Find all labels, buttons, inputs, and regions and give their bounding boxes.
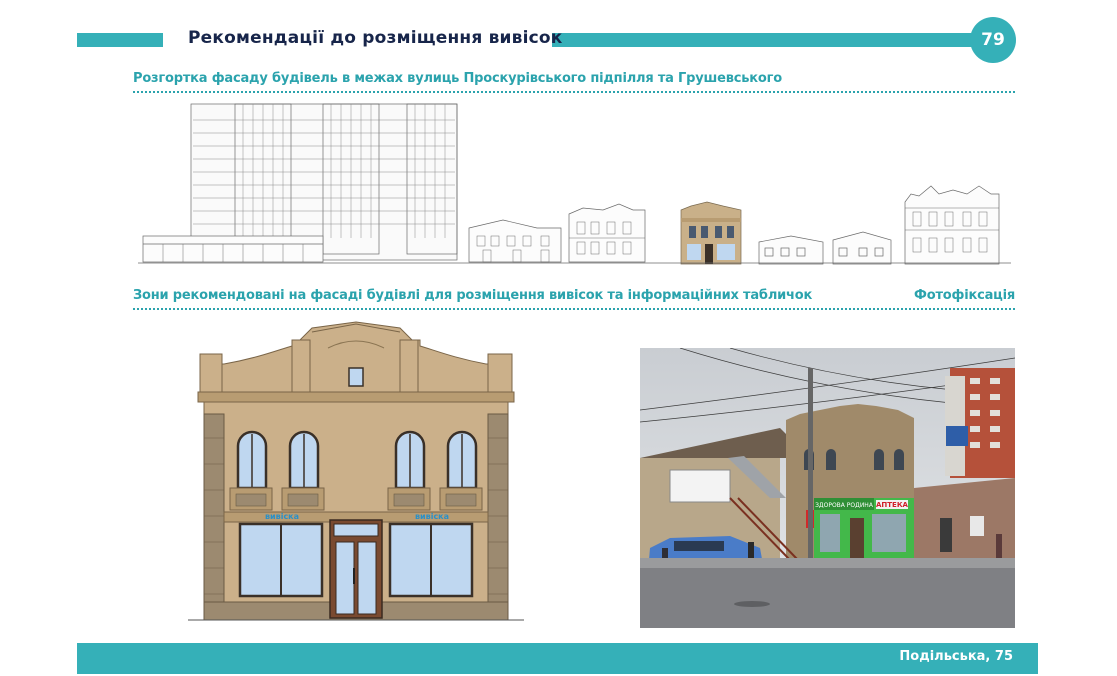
section-heading-zones: Зони рекомендовані на фасаді будівлі для… — [133, 288, 813, 303]
section-divider-1 — [133, 91, 1015, 93]
section-divider-2 — [133, 308, 1015, 310]
page-number-badge: 79 — [970, 17, 1016, 63]
section-heading-elevation: Розгортка фасаду будівель в межах вулиць… — [133, 71, 782, 86]
sign-zone-right: вивіска — [414, 512, 450, 521]
sign-zone-left: вивіска — [264, 512, 300, 521]
footer-bar — [77, 643, 1038, 674]
street-elevation-drawing — [138, 103, 1011, 265]
pharmacy-sign-text: АПТЕКА — [876, 501, 909, 509]
section-heading-photo: Фотофіксація — [914, 288, 1015, 303]
facade-drawing — [188, 321, 524, 621]
site-photo: ЗДОРОВА РОДИНА АПТЕКА — [640, 348, 1015, 628]
header-bar-right — [552, 33, 992, 47]
store-sign-text: ЗДОРОВА РОДИНА — [815, 502, 874, 509]
page-title: Рекомендації до розміщення вивісок — [188, 28, 563, 48]
footer-address: Подільська, 75 — [899, 649, 1013, 664]
header-bar-left — [77, 33, 163, 47]
